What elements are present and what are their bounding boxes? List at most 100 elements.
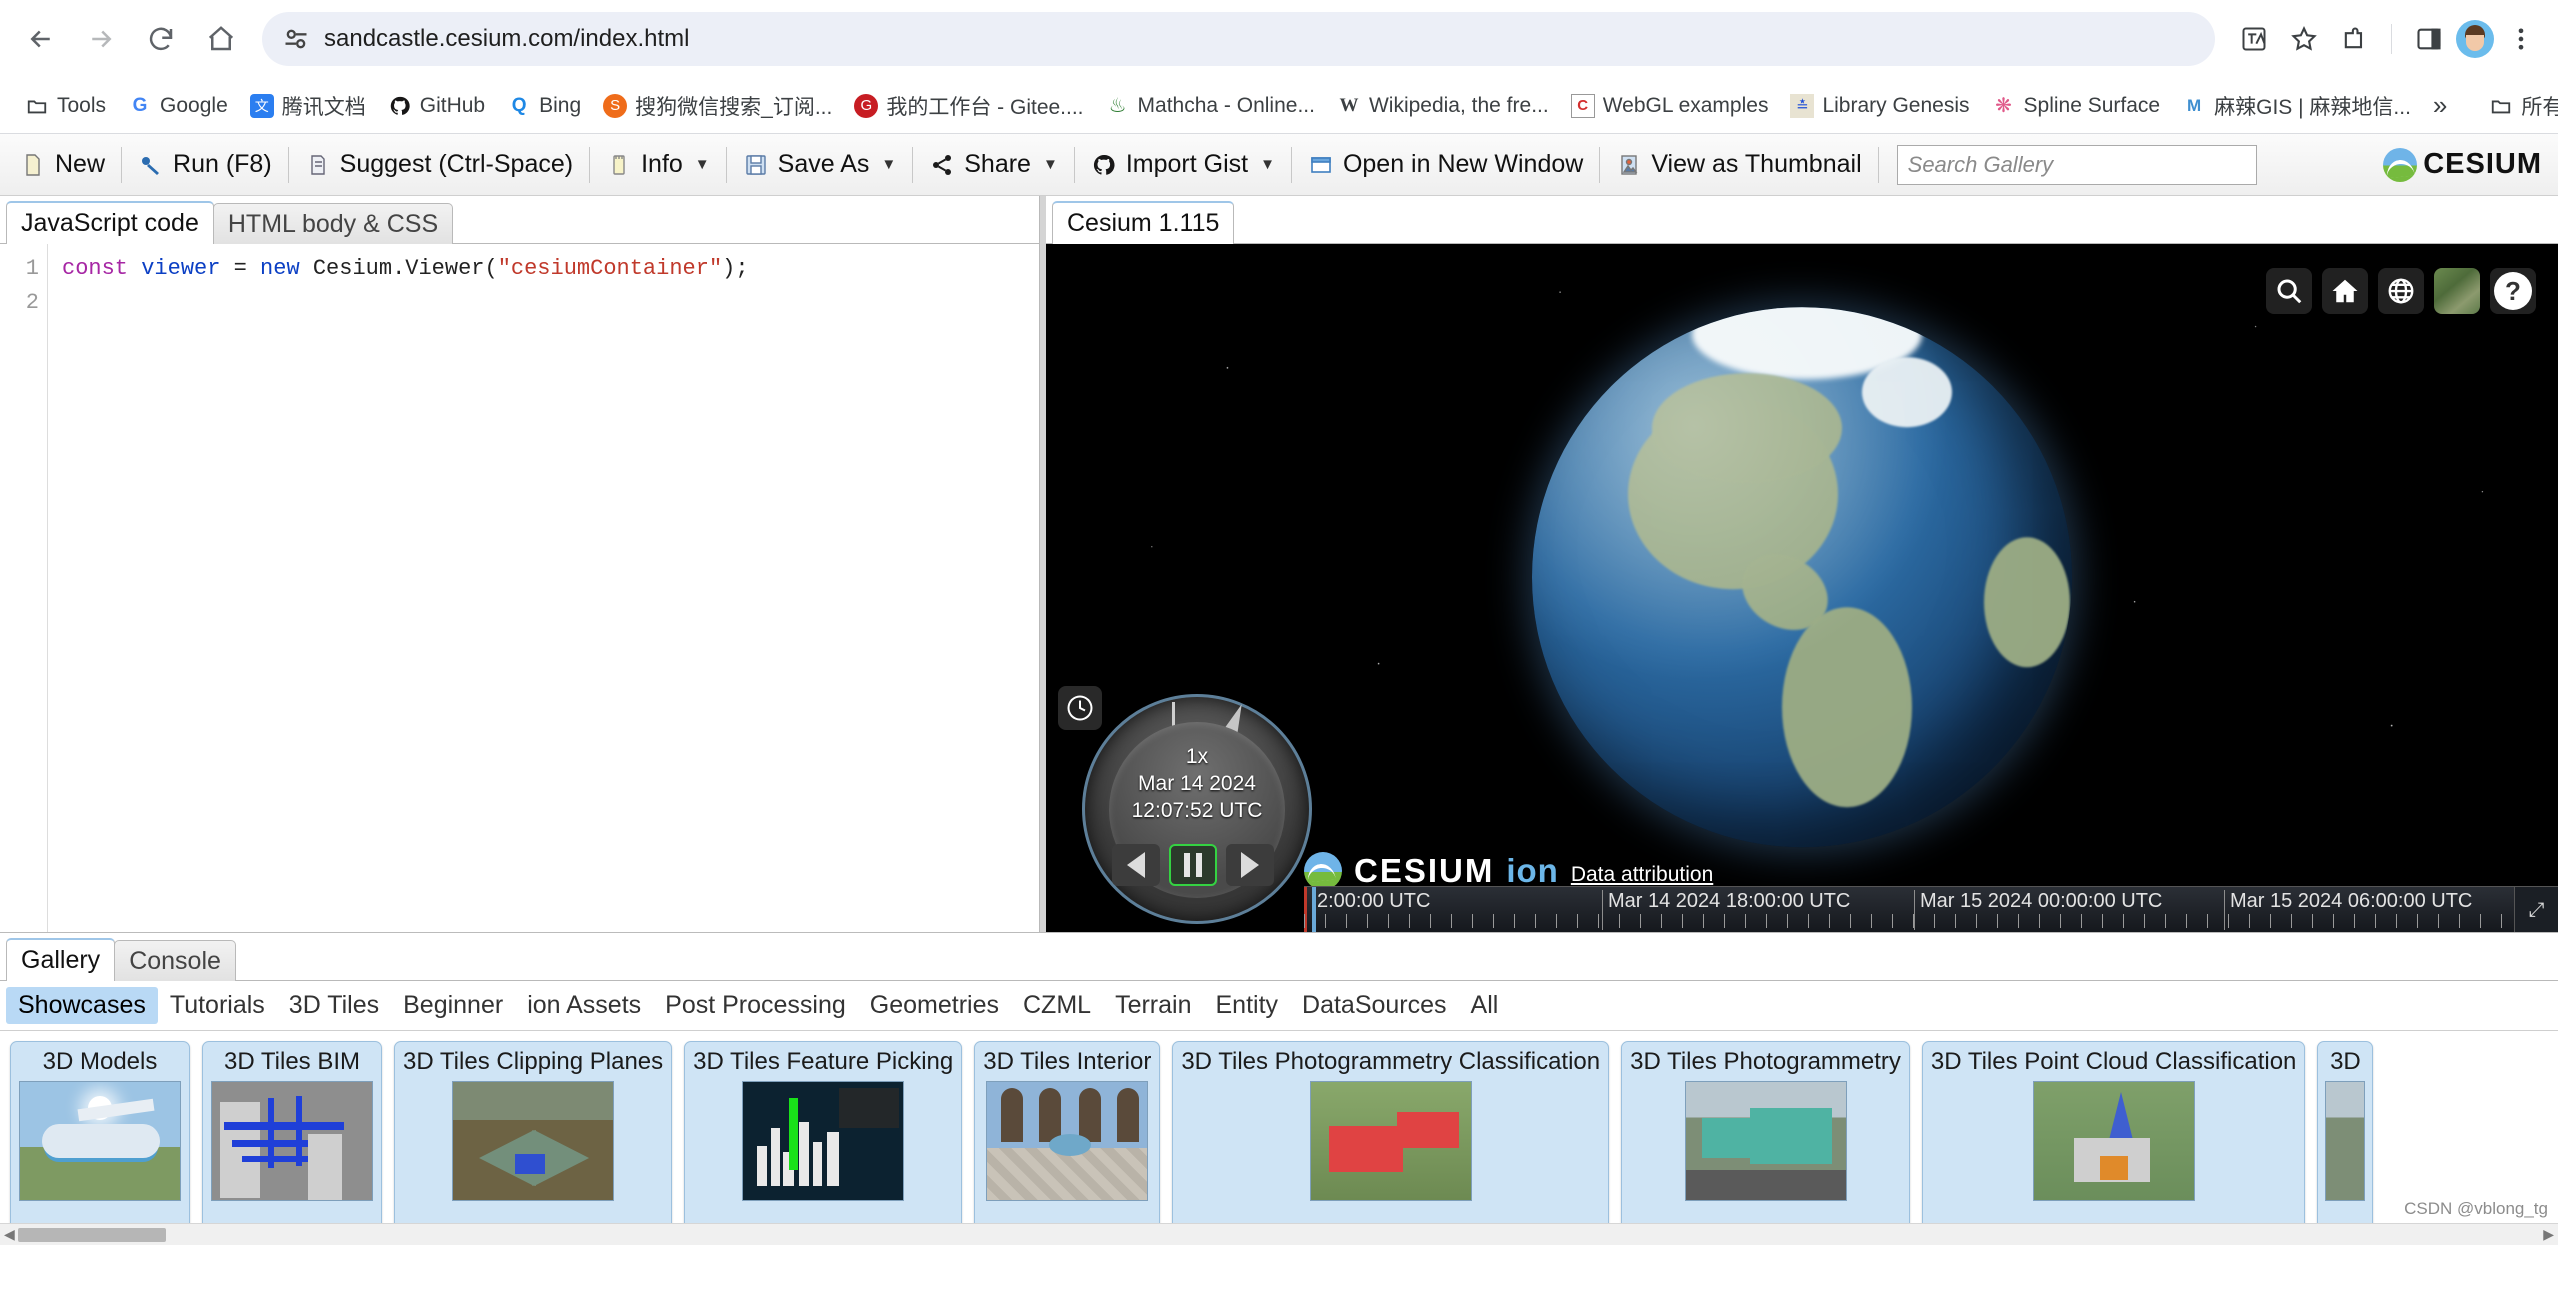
fullscreen-icon[interactable]: ⤢ xyxy=(2514,887,2558,932)
gallery-card[interactable]: 3D Tiles Photogrammetry xyxy=(1621,1041,1910,1231)
view-as-thumbnail-button[interactable]: View as Thumbnail xyxy=(1604,144,1873,185)
category-all[interactable]: All xyxy=(1459,987,1511,1024)
cesium-viewer-canvas[interactable]: ? 1x Mar 14 2024 12:07:52 UTC xyxy=(1046,244,2558,932)
info-button[interactable]: Info ▼ xyxy=(594,144,722,185)
play-reverse-icon[interactable] xyxy=(1112,844,1160,886)
bookmark-star-icon[interactable] xyxy=(2281,16,2327,62)
gallery-card[interactable]: 3D Tiles Photogrammetry Classification xyxy=(1172,1041,1609,1231)
site-settings-icon[interactable] xyxy=(282,25,310,53)
bookmark-mathcha[interactable]: ♨ Mathcha - Online... xyxy=(1095,89,1326,123)
bookmark-google[interactable]: G Google xyxy=(117,89,239,123)
gallery-card-thumbnail xyxy=(742,1081,904,1201)
clock-icon[interactable] xyxy=(1058,686,1102,730)
new-button[interactable]: New xyxy=(8,144,117,185)
scrollbar-thumb[interactable] xyxy=(18,1228,166,1242)
bookmark-sogou[interactable]: S 搜狗微信搜索_订阅... xyxy=(592,86,843,126)
search-icon[interactable] xyxy=(2266,268,2312,314)
bookmark-tools[interactable]: Tools xyxy=(14,89,117,123)
search-gallery-input[interactable]: Search Gallery xyxy=(1897,145,2257,185)
category-geometries[interactable]: Geometries xyxy=(858,987,1011,1024)
category-post-processing[interactable]: Post Processing xyxy=(653,987,858,1024)
open-in-new-window-button[interactable]: Open in New Window xyxy=(1296,144,1595,185)
cesium-ion-sub-label: ion xyxy=(1506,852,1558,890)
bookmark-tencent-docs[interactable]: 文 腾讯文档 xyxy=(239,86,377,126)
toolbar-divider xyxy=(121,147,122,183)
share-button[interactable]: Share ▼ xyxy=(917,144,1070,185)
category-datasources[interactable]: DataSources xyxy=(1290,987,1459,1024)
address-bar[interactable]: sandcastle.cesium.com/index.html xyxy=(262,12,2215,66)
scroll-left-icon[interactable]: ◀ xyxy=(4,1226,15,1243)
pause-icon[interactable] xyxy=(1169,844,1217,886)
tab-cesium-viewer[interactable]: Cesium 1.115 xyxy=(1052,201,1234,244)
save-as-button[interactable]: Save As ▼ xyxy=(731,144,909,185)
code-token-equals: = xyxy=(220,256,260,281)
back-button[interactable] xyxy=(14,12,68,66)
extensions-icon[interactable] xyxy=(2331,16,2377,62)
home-button[interactable] xyxy=(194,12,248,66)
category-3d-tiles[interactable]: 3D Tiles xyxy=(277,987,391,1024)
reload-button[interactable] xyxy=(134,12,188,66)
spline-icon: ❋ xyxy=(1992,94,2016,118)
animation-readout: 1x Mar 14 2024 12:07:52 UTC xyxy=(1109,744,1285,825)
gallery-card-thumbnail xyxy=(2325,1081,2365,1201)
bookmark-webgl[interactable]: C WebGL examples xyxy=(1560,89,1780,123)
tab-html-body-css[interactable]: HTML body & CSS xyxy=(213,203,453,244)
chrome-menu-icon[interactable] xyxy=(2498,16,2544,62)
bookmark-bing[interactable]: Q Bing xyxy=(496,89,592,123)
code-editor[interactable]: 1 2 const viewer = new Cesium.Viewer("ce… xyxy=(0,244,1039,932)
globe-render[interactable] xyxy=(1532,307,2072,847)
category-beginner[interactable]: Beginner xyxy=(391,987,515,1024)
gallery-card[interactable]: 3D xyxy=(2317,1041,2373,1231)
category-terrain[interactable]: Terrain xyxy=(1103,987,1203,1024)
bookmark-label: GitHub xyxy=(420,94,485,118)
tab-gallery[interactable]: Gallery xyxy=(6,938,115,981)
bookmarks-overflow-button[interactable]: » xyxy=(2422,85,2458,126)
gallery-horizontal-scrollbar[interactable]: ◀ ▶ xyxy=(0,1223,2558,1245)
help-icon[interactable]: ? xyxy=(2490,268,2536,314)
timeline-widget[interactable]: 2:00:00 UTC Mar 14 2024 18:00:00 UTC Mar… xyxy=(1304,886,2558,932)
bookmark-libgen[interactable]: ≛ Library Genesis xyxy=(1779,89,1980,123)
mathcha-icon: ♨ xyxy=(1106,94,1130,118)
profile-avatar[interactable] xyxy=(2456,20,2494,58)
all-bookmarks-button[interactable]: 所有书签 xyxy=(2478,86,2558,126)
bookmark-wikipedia[interactable]: W Wikipedia, the fre... xyxy=(1326,89,1560,123)
imagery-layer-icon[interactable] xyxy=(2434,268,2480,314)
category-ion-assets[interactable]: ion Assets xyxy=(515,987,653,1024)
bookmark-github[interactable]: GitHub xyxy=(377,89,496,123)
category-entity[interactable]: Entity xyxy=(1203,987,1290,1024)
import-gist-button[interactable]: Import Gist ▼ xyxy=(1079,144,1287,185)
toolbar-button-label: Share xyxy=(964,150,1031,179)
tab-javascript-code[interactable]: JavaScript code xyxy=(6,201,214,244)
category-tutorials[interactable]: Tutorials xyxy=(158,987,277,1024)
translate-icon[interactable] xyxy=(2231,16,2277,62)
gallery-card[interactable]: 3D Tiles Interior xyxy=(974,1041,1160,1231)
gallery-card[interactable]: 3D Models xyxy=(10,1041,190,1231)
animation-widget[interactable]: 1x Mar 14 2024 12:07:52 UTC xyxy=(1054,684,1324,932)
toolbar-divider xyxy=(288,147,289,183)
tab-label: Gallery xyxy=(21,946,100,974)
gallery-card[interactable]: 3D Tiles Feature Picking xyxy=(684,1041,962,1231)
code-content[interactable]: const viewer = new Cesium.Viewer("cesium… xyxy=(48,244,749,932)
gallery-card[interactable]: 3D Tiles Point Cloud Classification xyxy=(1922,1041,2306,1231)
malagis-icon: М xyxy=(2182,94,2206,118)
bookmark-malagis[interactable]: М 麻辣GIS | 麻辣地信... xyxy=(2171,86,2422,126)
category-czml[interactable]: CZML xyxy=(1011,987,1103,1024)
globe-icon[interactable] xyxy=(2378,268,2424,314)
forward-button[interactable] xyxy=(74,12,128,66)
bookmark-spline[interactable]: ❋ Spline Surface xyxy=(1981,89,2172,123)
run-icon xyxy=(138,152,164,178)
scroll-right-icon[interactable]: ▶ xyxy=(2543,1226,2554,1243)
bookmark-gitee[interactable]: G 我的工作台 - Gitee.... xyxy=(843,86,1094,126)
suggest-button[interactable]: Suggest (Ctrl-Space) xyxy=(293,144,585,185)
side-panel-icon[interactable] xyxy=(2406,16,2452,62)
timeline-current-time-needle[interactable] xyxy=(1312,887,1316,932)
gallery-strip[interactable]: 3D Models 3D Tiles BIM 3D Tiles Clipping… xyxy=(0,1031,2558,1231)
play-forward-icon[interactable] xyxy=(1226,844,1274,886)
run-button[interactable]: Run (F8) xyxy=(126,144,284,185)
gallery-card[interactable]: 3D Tiles Clipping Planes xyxy=(394,1041,672,1231)
category-showcases[interactable]: Showcases xyxy=(6,987,158,1024)
gallery-card[interactable]: 3D Tiles BIM xyxy=(202,1041,382,1231)
tab-console[interactable]: Console xyxy=(114,940,236,981)
code-token-const: const xyxy=(62,256,128,281)
home-icon[interactable] xyxy=(2322,268,2368,314)
